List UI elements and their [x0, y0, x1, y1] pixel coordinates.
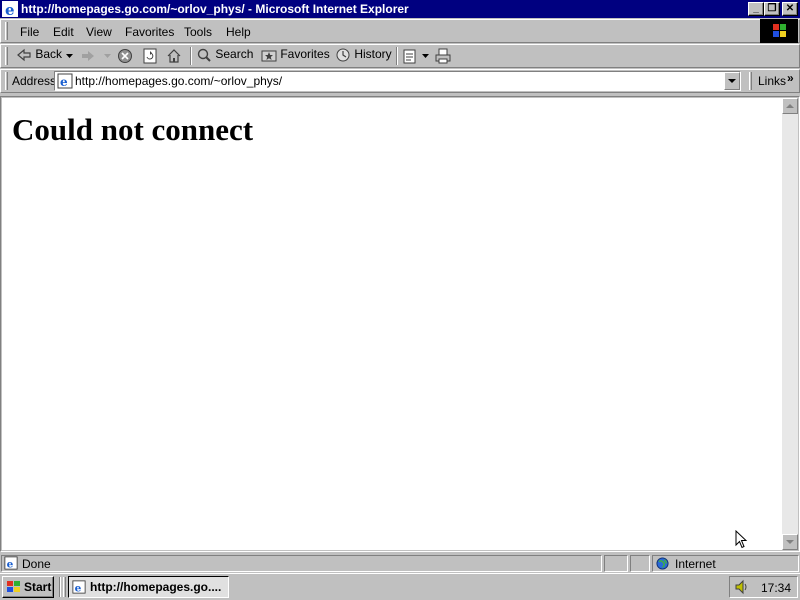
minimize-button[interactable]: _	[748, 2, 764, 16]
links-grip[interactable]	[749, 72, 752, 90]
page-content[interactable]: Could not connect	[2, 98, 782, 550]
close-button[interactable]: ✕	[782, 2, 798, 16]
start-label: Start	[24, 580, 52, 594]
windows-flag-icon	[773, 24, 786, 37]
back-label: Back	[35, 47, 63, 62]
taskbar-grip[interactable]	[63, 577, 66, 597]
scroll-up-icon	[786, 104, 794, 108]
address-input[interactable]: e http://homepages.go.com/~orlov_phys/	[54, 71, 741, 91]
mouse-cursor-icon	[735, 530, 748, 549]
forward-arrow-icon[interactable]	[80, 47, 96, 65]
back-button[interactable]: Back	[16, 47, 62, 65]
ie-icon: e	[2, 1, 18, 17]
title-bar[interactable]: e http://homepages.go.com/~orlov_phys/ -…	[0, 0, 800, 18]
windows-logo	[760, 19, 798, 43]
status-secure-panel	[630, 555, 650, 572]
toolbar-separator	[190, 47, 192, 65]
close-icon: ✕	[785, 3, 795, 14]
status-progress-panel	[604, 555, 628, 572]
clock[interactable]: 17:34	[761, 581, 791, 595]
svg-text:e: e	[7, 558, 14, 570]
search-label: Search	[215, 47, 254, 62]
minimize-icon: _	[753, 3, 759, 14]
menu-edit[interactable]: Edit	[53, 25, 74, 39]
print-icon[interactable]	[435, 47, 451, 65]
status-page-icon: e	[4, 556, 18, 570]
system-tray: 17:34	[729, 576, 798, 598]
refresh-icon[interactable]	[142, 47, 158, 65]
home-icon[interactable]	[166, 47, 182, 65]
back-arrow-icon	[17, 48, 31, 62]
page-icon: e	[57, 73, 73, 89]
address-label: Address	[12, 74, 57, 88]
links-label[interactable]: Links	[758, 74, 786, 88]
mail-icon[interactable]	[403, 47, 419, 65]
mail-dropdown-icon[interactable]	[421, 51, 430, 60]
address-dropdown-button[interactable]	[724, 72, 740, 90]
status-zone: Internet	[675, 557, 716, 571]
menu-view[interactable]: View	[86, 25, 112, 39]
volume-icon[interactable]	[734, 579, 750, 595]
restore-icon: ❐	[767, 3, 777, 14]
address-url: http://homepages.go.com/~orlov_phys/	[75, 74, 283, 88]
stop-icon[interactable]	[117, 47, 133, 65]
favorites-icon	[261, 50, 277, 62]
status-text-panel: e Done	[1, 555, 602, 572]
ie-task-icon: e	[72, 580, 86, 594]
forward-dropdown-icon[interactable]	[103, 51, 112, 60]
menu-tools[interactable]: Tools	[184, 25, 212, 39]
menu-file[interactable]: File	[20, 25, 39, 39]
favorites-button[interactable]: Favorites	[261, 47, 330, 65]
taskbar-separator	[59, 577, 61, 597]
history-button[interactable]: History	[335, 47, 392, 65]
favorites-label: Favorites	[280, 47, 330, 62]
search-icon	[197, 48, 211, 62]
toolbar-separator	[396, 47, 398, 65]
task-label: http://homepages.go....	[90, 580, 222, 594]
task-button-ie[interactable]: e http://homepages.go....	[68, 576, 229, 598]
window-title: http://homepages.go.com/~orlov_phys/ - M…	[21, 2, 409, 16]
back-dropdown-icon[interactable]	[65, 51, 74, 60]
links-chevron-icon[interactable]: »	[787, 71, 794, 85]
status-bar: e Done Internet	[0, 553, 800, 572]
menubar-grip[interactable]	[5, 22, 8, 40]
search-button[interactable]: Search	[196, 47, 253, 65]
history-icon	[336, 48, 350, 62]
page-heading: Could not connect	[12, 112, 254, 147]
status-text: Done	[22, 557, 51, 571]
menu-bar: File Edit View Favorites Tools Help	[0, 19, 800, 43]
svg-text:e: e	[75, 582, 82, 594]
windows-flag-icon	[7, 581, 20, 592]
svg-text:e: e	[60, 75, 68, 89]
restore-button[interactable]: ❐	[764, 2, 780, 16]
chevron-down-icon	[728, 79, 736, 83]
scroll-down-button[interactable]	[782, 534, 798, 550]
menu-help[interactable]: Help	[226, 25, 251, 39]
toolbar-grip[interactable]	[5, 47, 8, 65]
globe-icon	[656, 557, 669, 570]
svg-text:e: e	[5, 1, 15, 17]
vertical-scrollbar[interactable]	[782, 98, 798, 550]
scroll-up-button[interactable]	[782, 98, 798, 114]
scroll-down-icon	[786, 540, 794, 544]
addressbar-grip[interactable]	[5, 72, 8, 90]
menu-favorites[interactable]: Favorites	[125, 25, 174, 39]
history-label: History	[354, 47, 392, 62]
status-zone-panel: Internet	[652, 555, 799, 572]
start-button[interactable]: Start	[2, 576, 54, 598]
